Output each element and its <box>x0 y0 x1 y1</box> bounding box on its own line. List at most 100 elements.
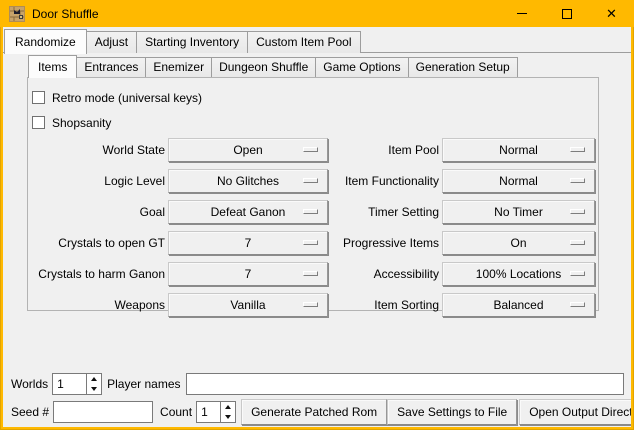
dropdown-indicator-icon <box>303 209 318 214</box>
tab-enemizer[interactable]: Enemizer <box>145 57 212 77</box>
logic-level-value: No Glitches <box>217 174 279 188</box>
minimize-icon <box>517 13 527 14</box>
shopsanity-checkbox[interactable] <box>32 116 45 129</box>
crystals-ganon-value: 7 <box>245 267 252 281</box>
count-label: Count <box>160 405 192 419</box>
timer-setting-label: Timer Setting <box>331 200 439 224</box>
generate-patched-rom-button[interactable]: Generate Patched Rom <box>241 399 387 425</box>
arrow-up-icon <box>225 405 231 409</box>
worlds-label: Worlds <box>11 377 48 391</box>
progressive-items-dropdown[interactable]: On <box>442 231 595 255</box>
item-functionality-dropdown[interactable]: Normal <box>442 169 595 193</box>
world-state-label: World State <box>28 138 165 162</box>
weapons-label: Weapons <box>28 293 165 317</box>
item-pool-value: Normal <box>499 143 538 157</box>
tab-starting-inventory[interactable]: Starting Inventory <box>136 31 248 53</box>
logic-level-dropdown[interactable]: No Glitches <box>168 169 328 193</box>
minimize-button[interactable] <box>499 0 544 27</box>
retro-mode-label: Retro mode (universal keys) <box>52 91 202 105</box>
world-state-value: Open <box>233 143 262 157</box>
spin-down-button[interactable] <box>87 384 101 394</box>
accessibility-label: Accessibility <box>331 262 439 286</box>
timer-setting-dropdown[interactable]: No Timer <box>442 200 595 224</box>
player-names-input[interactable] <box>186 373 625 395</box>
crystals-gt-dropdown[interactable]: 7 <box>168 231 328 255</box>
dropdown-indicator-icon <box>570 240 585 245</box>
goal-label: Goal <box>28 200 165 224</box>
logic-level-label: Logic Level <box>28 169 165 193</box>
progressive-items-label: Progressive Items <box>331 231 439 255</box>
dropdown-indicator-icon <box>570 178 585 183</box>
item-sorting-label: Item Sorting <box>331 293 439 317</box>
dropdown-indicator-icon <box>303 240 318 245</box>
spin-up-button[interactable] <box>87 374 101 384</box>
seed-input[interactable] <box>53 401 153 423</box>
arrow-up-icon <box>91 377 97 381</box>
tab-randomize[interactable]: Randomize <box>4 29 87 54</box>
crystals-ganon-label: Crystals to harm Ganon <box>28 262 165 286</box>
spin-up-button[interactable] <box>221 402 235 412</box>
retro-mode-checkbox[interactable] <box>32 91 45 104</box>
accessibility-value: 100% Locations <box>476 267 561 281</box>
titlebar: Door Shuffle ✕ <box>0 0 634 27</box>
app-window: Door Shuffle ✕ Randomize Adjust Starting… <box>0 0 634 430</box>
dropdown-indicator-icon <box>303 271 318 276</box>
bottom-bar: Worlds Player names Seed # Count <box>3 373 631 427</box>
window-title: Door Shuffle <box>32 7 499 21</box>
dropdown-indicator-icon <box>570 302 585 307</box>
world-state-dropdown[interactable]: Open <box>168 138 328 162</box>
crystals-ganon-dropdown[interactable]: 7 <box>168 262 328 286</box>
options-grid: World State Open Item Pool Normal Logic … <box>28 138 598 317</box>
bottom-row-2: Seed # Count Generate Patched Rom Save S… <box>11 399 624 425</box>
timer-setting-value: No Timer <box>494 205 543 219</box>
dropdown-indicator-icon <box>570 147 585 152</box>
close-button[interactable]: ✕ <box>589 0 634 27</box>
tab-generation-setup[interactable]: Generation Setup <box>408 57 518 77</box>
bottom-row-1: Worlds Player names <box>11 373 624 395</box>
items-page: Retro mode (universal keys) Shopsanity W… <box>27 77 599 311</box>
door-icon <box>9 6 25 22</box>
tab-adjust[interactable]: Adjust <box>86 31 137 53</box>
close-icon: ✕ <box>606 7 617 20</box>
maximize-button[interactable] <box>544 0 589 27</box>
tab-entrances[interactable]: Entrances <box>76 57 146 77</box>
checkbox-row-shopsanity[interactable]: Shopsanity <box>32 110 598 135</box>
item-sorting-dropdown[interactable]: Balanced <box>442 293 595 317</box>
worlds-spinbox[interactable] <box>52 373 102 395</box>
weapons-dropdown[interactable]: Vanilla <box>168 293 328 317</box>
seed-label: Seed # <box>11 405 49 419</box>
save-settings-button[interactable]: Save Settings to File <box>387 399 517 425</box>
goal-value: Defeat Ganon <box>211 205 286 219</box>
count-spinbox[interactable] <box>196 401 236 423</box>
dropdown-indicator-icon <box>570 209 585 214</box>
open-output-directory-button[interactable]: Open Output Directory <box>519 399 631 425</box>
item-pool-dropdown[interactable]: Normal <box>442 138 595 162</box>
spin-down-button[interactable] <box>221 412 235 422</box>
main-tab-strip: Randomize Adjust Starting Inventory Cust… <box>3 27 631 53</box>
crystals-gt-label: Crystals to open GT <box>28 231 165 255</box>
progressive-items-value: On <box>510 236 526 250</box>
arrow-down-icon <box>225 415 231 419</box>
tab-custom-item-pool[interactable]: Custom Item Pool <box>247 31 360 53</box>
goal-dropdown[interactable]: Defeat Ganon <box>168 200 328 224</box>
dropdown-indicator-icon <box>303 302 318 307</box>
tab-items[interactable]: Items <box>28 55 77 78</box>
arrow-down-icon <box>91 387 97 391</box>
worlds-input[interactable] <box>53 374 86 394</box>
weapons-value: Vanilla <box>230 298 265 312</box>
shopsanity-label: Shopsanity <box>52 116 111 130</box>
tab-dungeon-shuffle[interactable]: Dungeon Shuffle <box>211 57 316 77</box>
accessibility-dropdown[interactable]: 100% Locations <box>442 262 595 286</box>
checkbox-row-retro-mode[interactable]: Retro mode (universal keys) <box>32 85 598 110</box>
client-area: Randomize Adjust Starting Inventory Cust… <box>3 27 631 427</box>
dropdown-indicator-icon <box>303 147 318 152</box>
item-functionality-label: Item Functionality <box>331 169 439 193</box>
count-spin-arrows <box>220 402 235 422</box>
count-input[interactable] <box>197 402 220 422</box>
item-pool-label: Item Pool <box>331 138 439 162</box>
tab-game-options[interactable]: Game Options <box>315 57 408 77</box>
sub-tab-strip: Items Entrances Enemizer Dungeon Shuffle… <box>27 53 631 77</box>
item-functionality-value: Normal <box>499 174 538 188</box>
worlds-spin-arrows <box>86 374 101 394</box>
player-names-label: Player names <box>107 377 180 391</box>
